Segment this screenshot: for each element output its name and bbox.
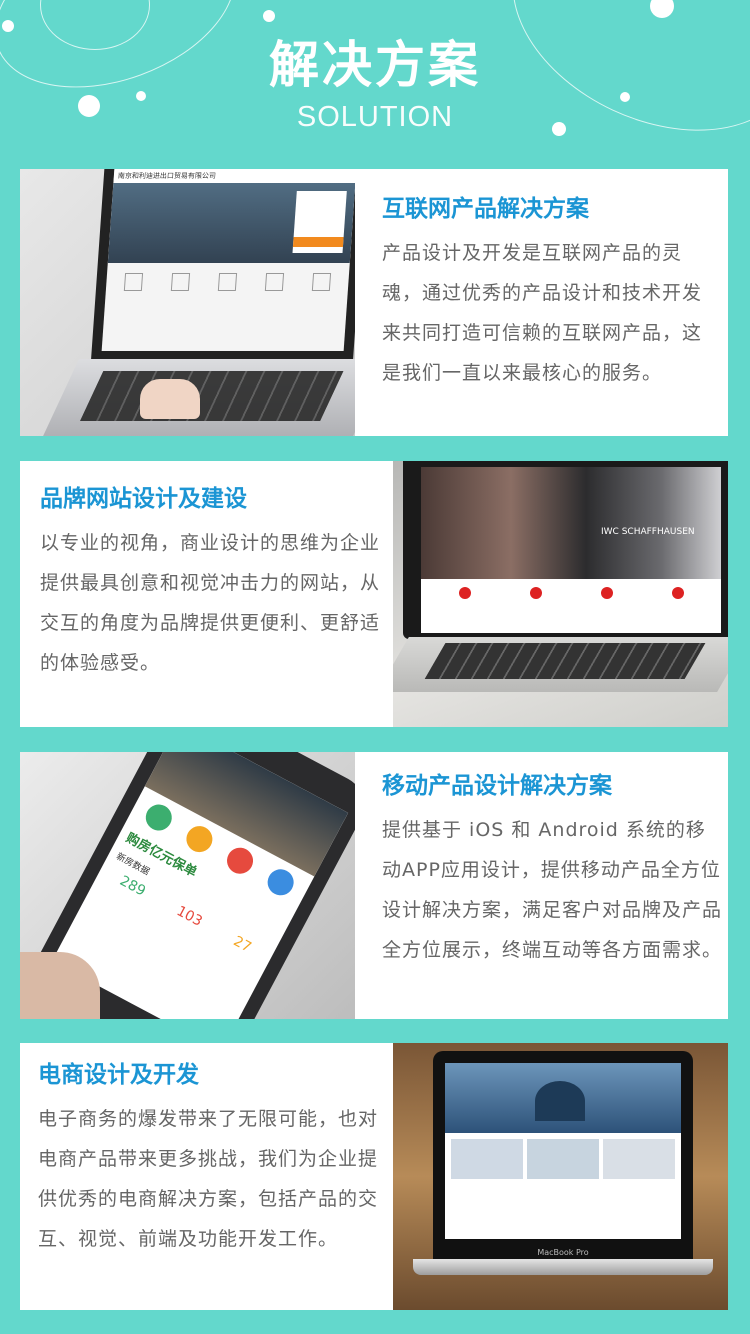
section-heading: 电商设计及开发	[38, 1062, 199, 1088]
section-heading: 品牌网站设计及建设	[40, 486, 247, 512]
laptop-image: MacBook Pro	[393, 1043, 728, 1310]
section-body: 产品设计及开发是互联网产品的灵魂，通过优秀的产品设计和技术开发来共同打造可信赖的…	[382, 242, 703, 384]
section-heading: 移动产品设计解决方案	[382, 773, 612, 799]
page-subtitle: SOLUTION	[296, 101, 454, 133]
section-body: 提供基于 iOS 和 Android 系统的移动APP应用设计，提供移动产品全方…	[382, 819, 723, 961]
page-title: 解决方案	[269, 36, 481, 94]
solution-card-brand-website[interactable]: 品牌网站设计及建设 以专业的视角，商业设计的思维为企业提供最具创意和视觉冲击力的…	[20, 461, 728, 727]
screen-company-name: 南京和利迪进出口贸易有限公司	[113, 169, 355, 183]
page-header: 解决方案 SOLUTION	[0, 30, 750, 134]
app-stat: 103	[173, 903, 205, 930]
laptop-image: IWC SCHAFFHAUSEN	[393, 461, 728, 727]
laptop-image: 南京和利迪进出口贸易有限公司	[20, 169, 355, 436]
solution-card-ecommerce[interactable]: 电商设计及开发 电子商务的爆发带来了无限可能，也对电商产品带来更多挑战，我们为企…	[20, 1043, 728, 1310]
app-stat: 289	[117, 872, 149, 900]
solution-card-internet[interactable]: 南京和利迪进出口贸易有限公司 互联网产品解决方案 产品设计及开发是互联网产品的灵…	[20, 169, 728, 436]
section-heading: 互联网产品解决方案	[382, 196, 589, 222]
app-stat: 27	[230, 933, 254, 956]
solution-card-mobile[interactable]: 购房亿元保单 新房数据 289 103 27 移动产品设计解决方案 提供基于 i…	[20, 752, 728, 1019]
screen-brand: IWC SCHAFFHAUSEN	[601, 527, 695, 537]
section-body: 电子商务的爆发带来了无限可能，也对电商产品带来更多挑战，我们为企业提供优秀的电商…	[38, 1108, 379, 1250]
laptop-label: MacBook Pro	[537, 1248, 589, 1257]
section-body: 以专业的视角，商业设计的思维为企业提供最具创意和视觉冲击力的网站，从交互的角度为…	[40, 532, 381, 674]
phone-image: 购房亿元保单 新房数据 289 103 27	[20, 752, 355, 1019]
